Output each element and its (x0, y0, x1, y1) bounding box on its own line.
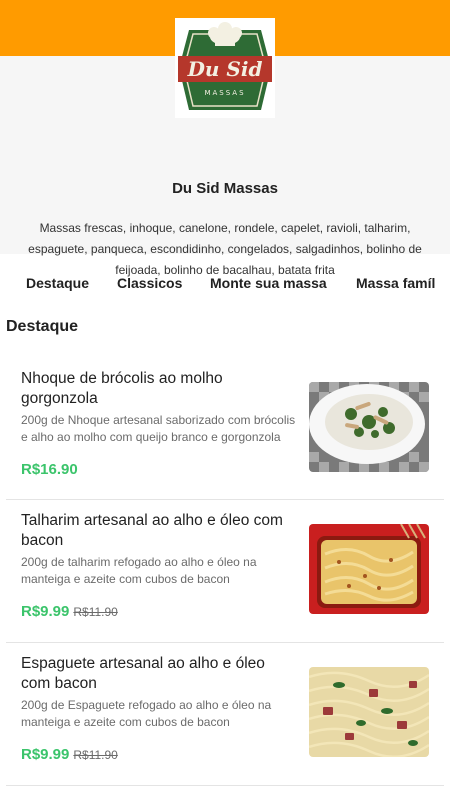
category-tabs: Destaque Classicos Monte sua massa Massa… (0, 254, 450, 312)
tab-massa-familia[interactable]: Massa famíl (356, 275, 435, 291)
item-name: Nhoque de brócolis ao molho gorgonzola (21, 370, 223, 407)
menu-item[interactable]: Espaguete artesanal ao alho e óleo com b… (6, 654, 444, 772)
svg-text:Du Sid: Du Sid (187, 57, 263, 81)
item-description: 200g de Espaguete refogado ao alho e óle… (21, 698, 272, 729)
tab-destaque[interactable]: Destaque (26, 275, 89, 291)
item-image (309, 667, 429, 757)
item-old-price: R$11.90 (73, 605, 118, 619)
item-old-price: R$11.90 (73, 748, 118, 762)
item-divider (6, 642, 444, 643)
menu-item[interactable]: Nhoque de brócolis ao molho gorgonzola 2… (6, 369, 444, 485)
item-name: Talharim artesanal ao alho e óleo com ba… (21, 512, 283, 549)
menu-item[interactable]: Talharim artesanal ao alho e óleo com ba… (6, 511, 444, 629)
item-description: 200g de Nhoque artesanal saborizado com … (21, 413, 296, 444)
tab-monte-sua-massa[interactable]: Monte sua massa (210, 275, 327, 291)
tab-classicos[interactable]: Classicos (117, 275, 182, 291)
item-price: R$9.99 (21, 746, 70, 763)
price-row: R$9.99 R$11.90 (21, 746, 118, 764)
price-row: R$16.90 (21, 461, 78, 479)
section-title: Destaque (6, 318, 79, 335)
item-image (309, 524, 429, 614)
item-description: 200g de talharim refogado ao alho e óleo… (21, 555, 257, 586)
store-logo: Du Sid MASSAS (175, 18, 275, 118)
item-name: Espaguete artesanal ao alho e óleo com b… (21, 655, 265, 692)
item-price: R$16.90 (21, 461, 78, 478)
item-divider (6, 785, 444, 786)
price-row: R$9.99 R$11.90 (21, 603, 118, 621)
item-divider (6, 499, 444, 500)
svg-text:MASSAS: MASSAS (204, 89, 245, 97)
store-name: Du Sid Massas (172, 180, 278, 197)
item-image (309, 382, 429, 472)
item-price: R$9.99 (21, 603, 70, 620)
